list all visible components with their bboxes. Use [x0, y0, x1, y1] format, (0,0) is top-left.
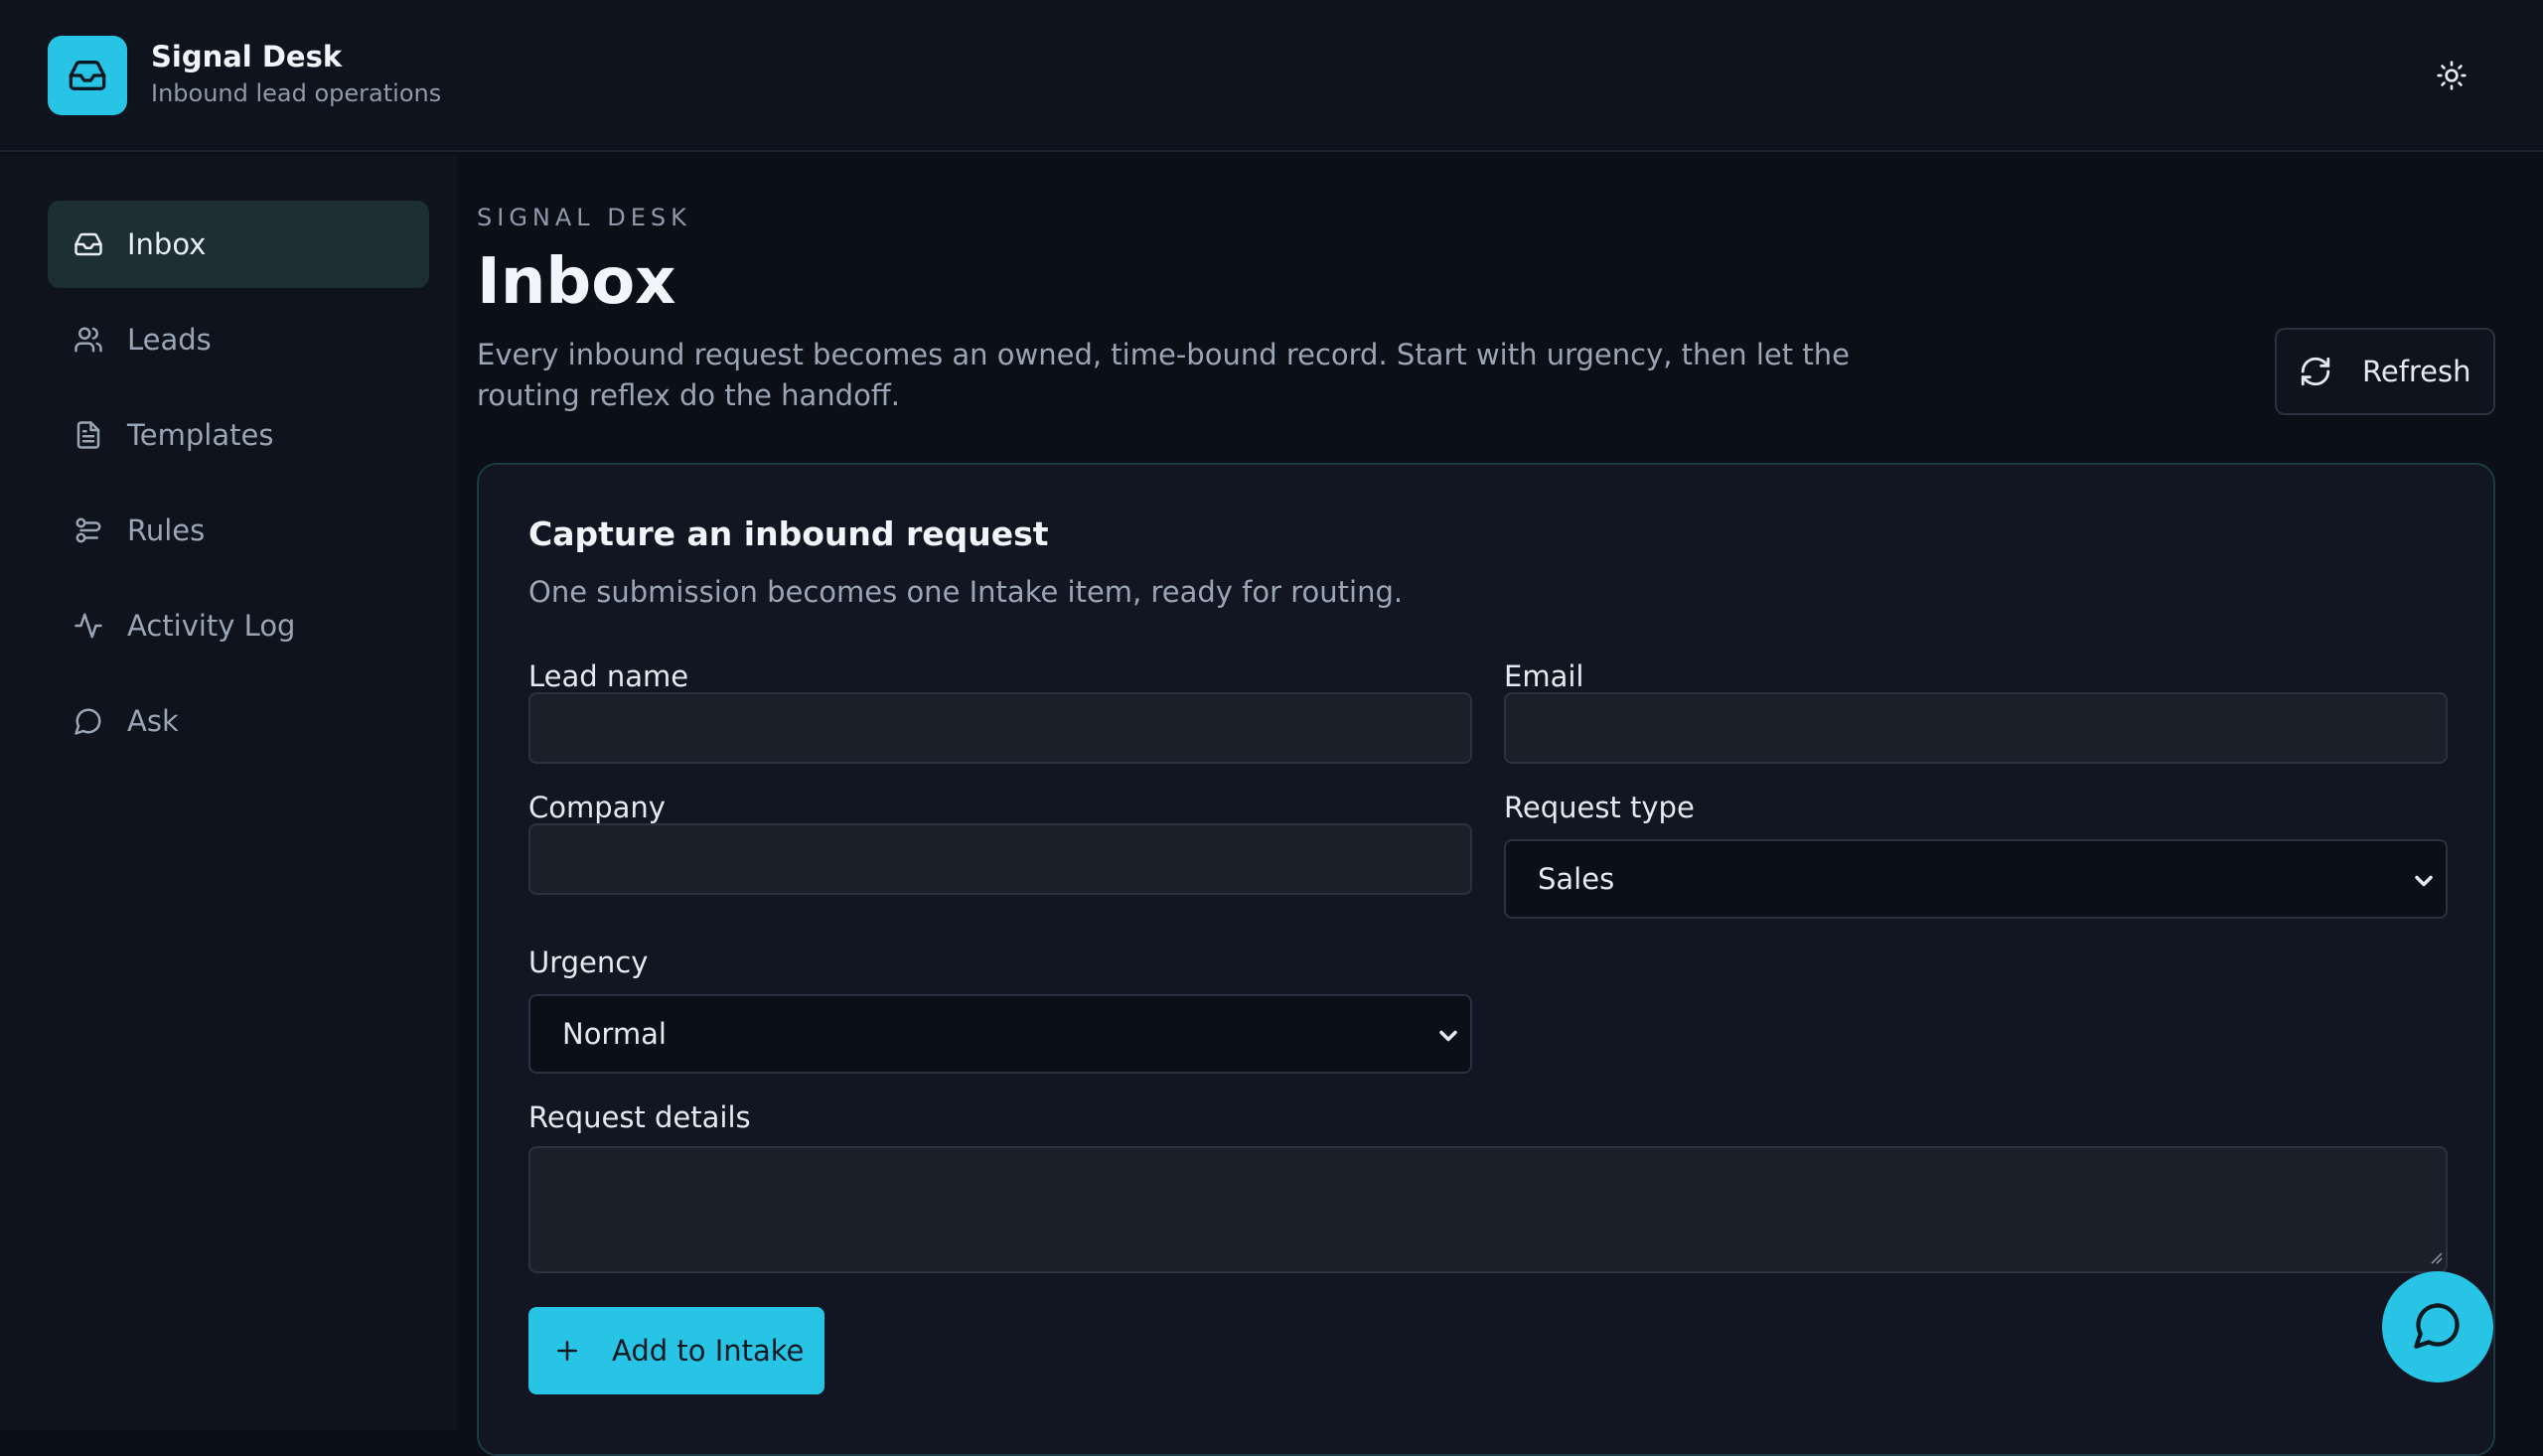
- company-label: Company: [528, 791, 666, 824]
- sidebar-item-rules[interactable]: Rules: [48, 487, 429, 574]
- chat-icon: [2412, 1299, 2464, 1355]
- users-icon: [72, 323, 105, 357]
- sidebar-item-label: Ask: [127, 704, 179, 738]
- urgency-label: Urgency: [528, 946, 649, 979]
- chat-icon: [72, 704, 105, 738]
- sidebar-item-label: Templates: [127, 418, 274, 452]
- urgency-value: Normal: [562, 1017, 667, 1051]
- add-to-intake-button[interactable]: Add to Intake: [528, 1307, 824, 1394]
- page-description: Every inbound request becomes an owned, …: [477, 338, 1850, 412]
- app-title: Signal Desk: [151, 40, 343, 73]
- sidebar-item-activity-log[interactable]: Activity Log: [48, 582, 429, 669]
- sidebar-item-label: Leads: [127, 323, 212, 357]
- request-type-value: Sales: [1538, 862, 1615, 896]
- request-type-label: Request type: [1504, 791, 1695, 824]
- sidebar: Inbox Leads Templates Rules Activity Log…: [0, 154, 457, 1430]
- page-title: Inbox: [477, 245, 676, 319]
- plus-icon: [552, 1336, 582, 1366]
- request-type-select[interactable]: Sales: [1504, 839, 2448, 919]
- capture-request-card: Capture an inbound request One submissio…: [477, 463, 2495, 1456]
- add-to-intake-label: Add to Intake: [612, 1334, 805, 1368]
- request-details-textarea[interactable]: [528, 1146, 2448, 1273]
- lead-name-input[interactable]: [528, 692, 1472, 764]
- top-bar: Signal Desk Inbound lead operations: [0, 0, 2543, 152]
- lead-name-label: Lead name: [528, 659, 689, 693]
- page-eyebrow: SIGNAL DESK: [477, 204, 691, 231]
- sidebar-item-inbox[interactable]: Inbox: [48, 201, 429, 288]
- company-input[interactable]: [528, 823, 1472, 895]
- rules-icon: [72, 513, 105, 547]
- inbox-icon: [72, 227, 105, 261]
- resize-handle-icon[interactable]: [2428, 1249, 2444, 1269]
- main-content: SIGNAL DESK Inbox Every inbound request …: [457, 154, 2543, 1456]
- card-title: Capture an inbound request: [528, 514, 1049, 553]
- sidebar-item-label: Rules: [127, 513, 206, 547]
- sidebar-item-ask[interactable]: Ask: [48, 677, 429, 765]
- activity-icon: [72, 609, 105, 643]
- urgency-select[interactable]: Normal: [528, 994, 1472, 1074]
- inbox-logo-icon: [48, 36, 127, 115]
- sidebar-item-label: Inbox: [127, 227, 207, 261]
- refresh-button[interactable]: Refresh: [2275, 328, 2495, 415]
- chat-button[interactable]: [2382, 1271, 2493, 1383]
- refresh-icon: [2299, 355, 2332, 388]
- sidebar-item-label: Activity Log: [127, 609, 296, 643]
- chevron-down-icon: [1434, 1022, 1462, 1057]
- document-icon: [72, 418, 105, 452]
- chevron-down-icon: [2410, 867, 2438, 902]
- refresh-label: Refresh: [2362, 355, 2471, 388]
- email-label: Email: [1504, 659, 1584, 693]
- sidebar-item-leads[interactable]: Leads: [48, 296, 429, 383]
- card-subtitle: One submission becomes one Intake item, …: [528, 575, 1404, 609]
- app-subtitle: Inbound lead operations: [151, 79, 442, 107]
- email-input[interactable]: [1504, 692, 2448, 764]
- sun-icon[interactable]: [2432, 56, 2471, 95]
- sidebar-item-templates[interactable]: Templates: [48, 391, 429, 479]
- request-details-label: Request details: [528, 1100, 751, 1134]
